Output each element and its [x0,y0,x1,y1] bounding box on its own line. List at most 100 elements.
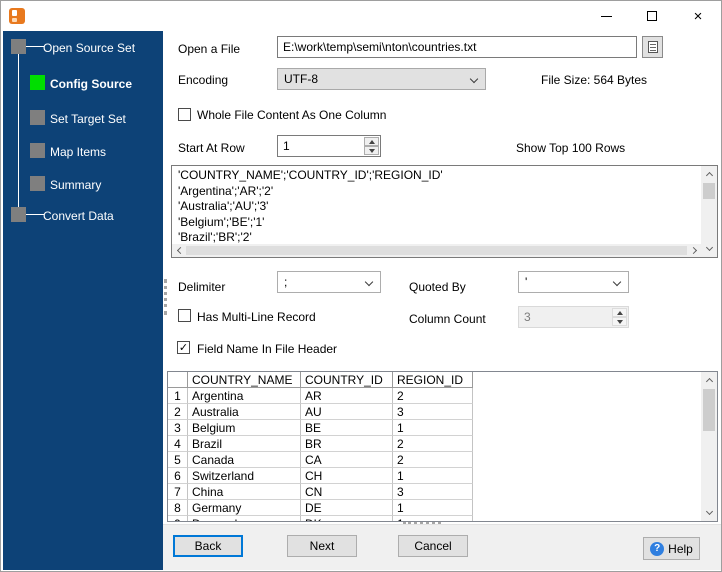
title-bar: × [1,1,721,31]
arrow-up-icon [616,310,623,315]
document-icon [647,41,658,53]
column-count-spinner: 3 [518,306,629,328]
multiline-record-checkbox[interactable] [178,309,191,322]
step-connector [26,46,44,47]
start-at-row-label: Start At Row [178,141,245,155]
scrollbar-thumb[interactable] [703,389,715,431]
table-cell: Argentina [188,388,301,404]
spin-down-button [612,317,627,326]
column-header: REGION_ID [393,372,473,388]
table-cell: CH [301,468,393,484]
back-button[interactable]: Back [173,535,243,557]
scroll-left-arrow[interactable] [172,244,185,257]
table-cell: 1 [393,468,473,484]
table-cell: 2 [393,452,473,468]
help-icon: ? [650,541,665,556]
spin-down-button[interactable] [364,146,379,155]
column-count-value: 3 [524,310,531,324]
whole-file-checkbox[interactable] [178,108,191,121]
table-cell: BE [301,420,393,436]
app-window: × Open Source Set Config Source Set Targ… [0,0,722,572]
checkmark-icon: ✓ [178,342,189,354]
row-number-cell: 5 [168,452,188,468]
minimize-button[interactable] [583,1,629,31]
encoding-select[interactable]: UTF-8 [277,68,486,90]
file-size-text: File Size: 564 Bytes [541,73,648,87]
column-header: COUNTRY_ID [301,372,393,388]
scroll-up-arrow[interactable] [701,372,717,388]
table-row[interactable]: 4 Brazil BR 2 [168,436,473,452]
quoted-by-select[interactable]: ' [518,271,629,293]
table-row[interactable]: 7 China CN 3 [168,484,473,500]
splitter-gripper[interactable] [164,279,167,315]
help-button[interactable]: ? Help [643,537,700,560]
row-number-cell: 7 [168,484,188,500]
open-file-input[interactable]: E:\work\temp\semi\nton\countries.txt [277,36,637,58]
step-square-summary [30,176,45,191]
next-button[interactable]: Next [287,535,357,557]
preview-horizontal-scrollbar[interactable] [172,244,701,257]
chevron-down-icon [469,74,479,84]
table-row[interactable]: 3 Belgium BE 1 [168,420,473,436]
multiline-record-label: Has Multi-Line Record [197,310,316,324]
maximize-icon [647,11,657,21]
scrollbar-thumb[interactable] [186,246,687,255]
field-name-header-label: Field Name In File Header [197,342,338,356]
table-header-row: COUNTRY_NAME COUNTRY_ID REGION_ID [168,372,473,388]
window-controls: × [583,1,721,31]
table-cell: China [188,484,301,500]
open-file-label: Open a File [178,42,241,56]
row-number-cell: 8 [168,500,188,516]
table-row[interactable]: 6 Switzerland CH 1 [168,468,473,484]
delimiter-value: ; [284,275,288,289]
file-preview-text: 'COUNTRY_NAME';'COUNTRY_ID';'REGION_ID' … [178,168,443,244]
step-square-map-items [30,143,45,158]
spin-up-button [612,308,627,317]
row-number-cell: 6 [168,468,188,484]
chevron-down-icon [364,277,374,287]
quoted-by-value: ' [525,275,528,289]
preview-vertical-scrollbar[interactable] [701,166,717,257]
table-cell: 2 [393,388,473,404]
browse-file-button[interactable] [642,36,663,58]
show-top-rows-text: Show Top 100 Rows [516,141,626,155]
quoted-by-label: Quoted By [409,280,466,294]
table-row[interactable]: 5 Canada CA 2 [168,452,473,468]
spin-up-button[interactable] [364,137,379,146]
scrollbar-thumb[interactable] [703,183,715,199]
table-cell: AR [301,388,393,404]
table-row[interactable]: 1 Argentina AR 2 [168,388,473,404]
table-cell: 3 [393,404,473,420]
step-square-open-source [11,39,26,54]
scroll-down-arrow[interactable] [701,505,717,521]
start-at-row-spinner[interactable]: 1 [277,135,381,157]
arrow-up-icon [368,139,375,144]
start-at-row-value: 1 [283,139,290,153]
scroll-down-arrow[interactable] [701,241,717,257]
delimiter-select[interactable]: ; [277,271,381,293]
field-name-header-checkbox[interactable]: ✓ [177,341,190,354]
row-number-cell: 9 [168,516,188,521]
close-button[interactable]: × [675,1,721,31]
maximize-button[interactable] [629,1,675,31]
scroll-up-arrow[interactable] [701,166,717,182]
encoding-label: Encoding [178,73,229,87]
minimize-icon [600,15,612,17]
table-cell: Belgium [188,420,301,436]
sidebar-item-summary: Summary [50,178,102,192]
app-icon [9,8,25,24]
scroll-right-arrow[interactable] [688,244,701,257]
step-connector [26,214,44,215]
file-preview-box[interactable]: 'COUNTRY_NAME';'COUNTRY_ID';'REGION_ID' … [171,165,718,258]
table-cell: BR [301,436,393,452]
column-header [168,372,188,388]
row-number-cell: 1 [168,388,188,404]
data-preview-table: COUNTRY_NAME COUNTRY_ID REGION_ID 1 Arge… [167,371,718,522]
table-row[interactable]: 2 Australia AU 3 [168,404,473,420]
table-vertical-scrollbar[interactable] [701,372,717,521]
close-icon: × [693,7,703,25]
cancel-button[interactable]: Cancel [398,535,468,557]
row-number-cell: 3 [168,420,188,436]
help-button-label: Help [668,541,693,556]
table-row[interactable]: 8 Germany DE 1 [168,500,473,516]
